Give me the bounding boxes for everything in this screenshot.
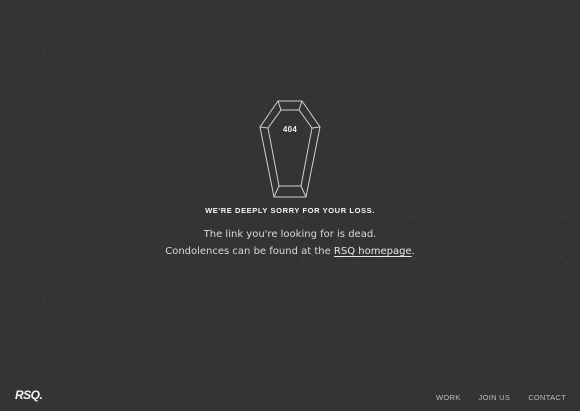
message-line-2-suffix: . [411,246,415,257]
message-line-1: The link you're looking for is dead. [203,229,377,240]
nav-work[interactable]: WORK [436,393,461,402]
error-code: 404 [282,125,298,134]
error-message: The link you're looking for is dead. Con… [0,226,580,260]
rsq-logo[interactable]: RSQ. [15,388,43,402]
homepage-link[interactable]: RSQ homepage [334,246,412,257]
coffin-illustration: 404 [259,100,321,198]
message-line-2: Condolences can be found at the RSQ home… [0,243,580,260]
coffin-icon [259,100,321,198]
nav-contact[interactable]: CONTACT [528,393,566,402]
footer-nav: WORK JOIN US CONTACT [436,393,566,402]
nav-join-us[interactable]: JOIN US [479,393,511,402]
message-line-2-prefix: Condolences can be found at the [165,246,334,257]
headline: WE'RE DEEPLY SORRY FOR YOUR LOSS. [205,206,375,215]
error-content: 404 WE'RE DEEPLY SORRY FOR YOUR LOSS. Th… [0,100,580,260]
